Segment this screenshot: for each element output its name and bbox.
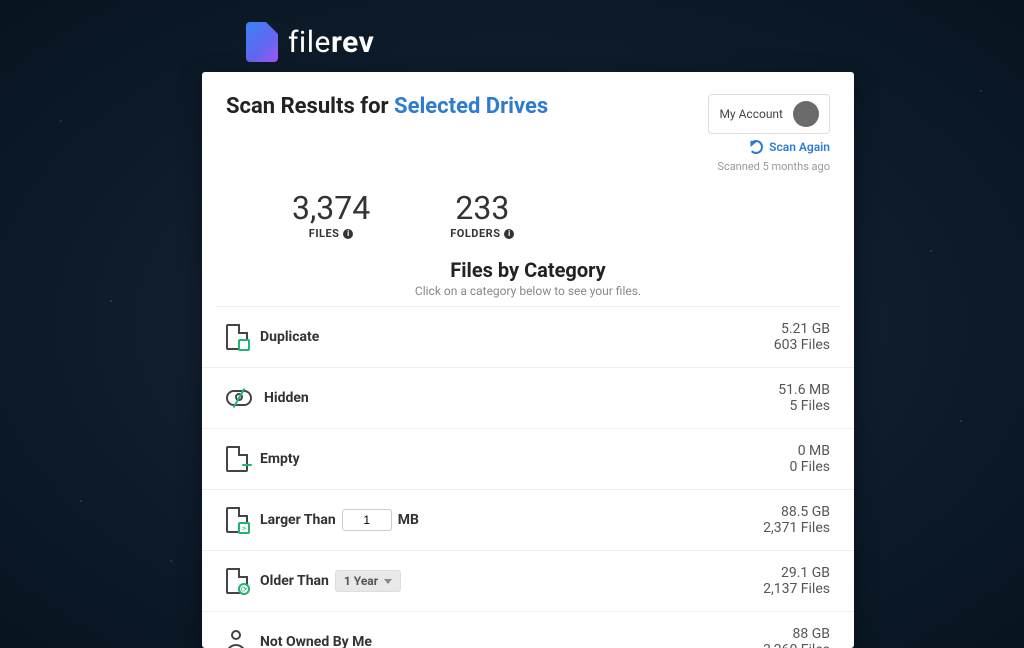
card-header: Scan Results for Selected Drives My Acco…: [202, 72, 854, 183]
avatar: [793, 101, 819, 127]
scan-again-label: Scan Again: [769, 140, 830, 154]
my-account-button[interactable]: My Account: [708, 94, 830, 134]
older-than-select[interactable]: 1 Year: [335, 570, 401, 592]
older-than-selected: 1 Year: [344, 574, 378, 588]
category-duplicate[interactable]: Duplicate 5.21 GB 603 Files: [202, 307, 854, 368]
category-size: 0 MB: [789, 443, 830, 459]
category-files: 2,137 Files: [763, 581, 830, 597]
category-files: 0 Files: [789, 459, 830, 475]
folders-stat[interactable]: 233 FOLDERS i: [450, 189, 514, 240]
account-column: My Account Scan Again Scanned 5 months a…: [708, 94, 830, 173]
category-files: 603 Files: [774, 337, 830, 353]
brand-name: filerev: [288, 25, 374, 60]
category-empty[interactable]: Empty 0 MB 0 Files: [202, 429, 854, 490]
category-files: 2,371 Files: [763, 520, 830, 536]
category-size: 88 GB: [763, 626, 830, 642]
category-size: 51.6 MB: [778, 382, 830, 398]
my-account-label: My Account: [719, 107, 783, 121]
title-prefix: Scan Results for: [226, 94, 394, 119]
folders-label: FOLDERS: [450, 227, 500, 240]
info-icon[interactable]: i: [343, 229, 353, 239]
refresh-icon: [749, 140, 763, 154]
duplicate-icon: [226, 324, 248, 350]
person-icon: [226, 630, 248, 648]
section-title: Files by Category: [202, 258, 854, 282]
larger-than-unit: MB: [398, 512, 419, 528]
category-label-prefix: Larger Than: [260, 512, 336, 528]
files-count: 3,374: [292, 189, 370, 227]
larger-icon: >: [226, 507, 248, 533]
category-label: Duplicate: [260, 329, 319, 345]
empty-icon: [226, 446, 248, 472]
category-label: Empty: [260, 451, 300, 467]
category-older-than[interactable]: ⟳ Older Than 1 Year 29.1 GB 2,137 Files: [202, 551, 854, 612]
section-subtitle: Click on a category below to see your fi…: [202, 284, 854, 298]
category-size: 29.1 GB: [763, 565, 830, 581]
older-icon: ⟳: [226, 568, 248, 594]
stats-row: 3,374 FILESi 233 FOLDERSi: [202, 183, 854, 254]
category-files: 3,260 Files: [763, 642, 830, 648]
category-label-prefix: Older Than: [260, 573, 329, 589]
brand-name-part-a: file: [288, 25, 331, 60]
category-files: 5 Files: [778, 398, 830, 414]
page-title: Scan Results for Selected Drives: [226, 94, 548, 119]
larger-than-input[interactable]: [342, 509, 392, 531]
selected-drives-link[interactable]: Selected Drives: [394, 94, 548, 119]
category-list: Duplicate 5.21 GB 603 Files Hidden 51.6 …: [202, 307, 854, 648]
brand-logo: filerev: [246, 22, 374, 62]
folders-count: 233: [450, 189, 514, 227]
brand-name-part-b: rev: [331, 25, 374, 60]
chevron-down-icon: [384, 579, 392, 584]
files-stat[interactable]: 3,374 FILESi: [292, 189, 370, 240]
scanned-ago-text: Scanned 5 months ago: [717, 160, 830, 173]
category-label: Hidden: [264, 390, 309, 406]
info-icon[interactable]: i: [504, 229, 514, 239]
category-size: 5.21 GB: [774, 321, 830, 337]
category-hidden[interactable]: Hidden 51.6 MB 5 Files: [202, 368, 854, 429]
category-larger-than[interactable]: > Larger Than MB 88.5 GB 2,371 Files: [202, 490, 854, 551]
scan-again-button[interactable]: Scan Again: [749, 140, 830, 154]
files-label: FILES: [309, 227, 340, 240]
results-card: Scan Results for Selected Drives My Acco…: [202, 72, 854, 648]
hidden-icon: [226, 390, 252, 406]
file-icon: [246, 22, 278, 62]
category-not-owned[interactable]: Not Owned By Me 88 GB 3,260 Files: [202, 612, 854, 648]
category-label: Not Owned By Me: [260, 634, 372, 648]
category-size: 88.5 GB: [763, 504, 830, 520]
